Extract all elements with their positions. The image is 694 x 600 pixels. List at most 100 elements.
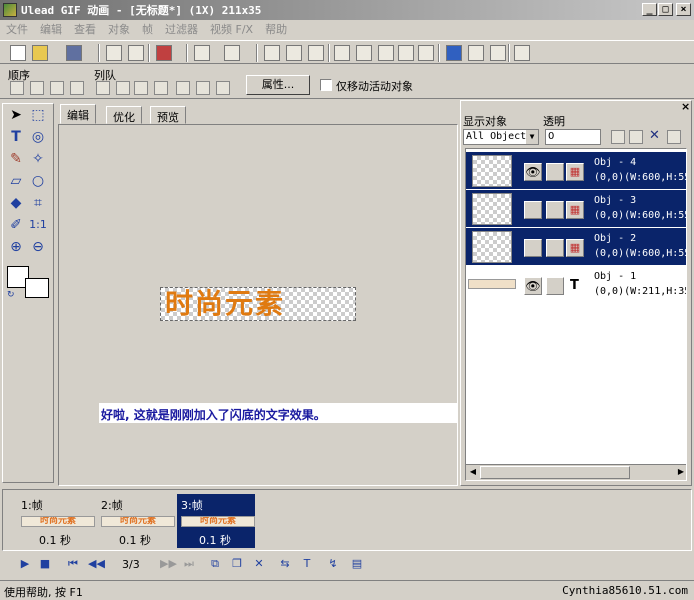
send-backward-icon[interactable] [30, 81, 44, 95]
plugin-icon[interactable] [490, 45, 506, 61]
tab-preview[interactable]: 预览 [150, 106, 186, 124]
menu-object[interactable]: 对象 [102, 21, 136, 37]
paintbrush-tool-icon[interactable]: ✎ [7, 150, 25, 168]
marquee-tool-icon[interactable]: ⬚ [29, 106, 47, 124]
visibility-cell[interactable] [524, 201, 542, 219]
align-left-icon[interactable] [96, 81, 110, 95]
menu-help[interactable]: 帮助 [259, 21, 293, 37]
paste-icon[interactable] [308, 45, 324, 61]
zoom-out-tool-icon[interactable]: ⊖ [29, 238, 47, 256]
copy-icon[interactable] [286, 45, 302, 61]
actual-size-tool-icon[interactable]: 1:1 [29, 216, 47, 234]
chevron-down-icon[interactable]: ▼ [526, 130, 538, 144]
frame-1[interactable]: 1:帧 时尚元素 0.1 秒 [17, 494, 95, 548]
lasso-tool-icon[interactable]: ◎ [29, 128, 47, 146]
close-button[interactable]: × [676, 3, 691, 16]
magic-wand-tool-icon[interactable]: ✧ [29, 150, 47, 168]
crop-icon[interactable] [356, 45, 372, 61]
scrollbar-thumb[interactable] [480, 466, 630, 479]
frame-properties-icon[interactable]: ▤ [350, 557, 364, 571]
play-icon[interactable]: ▶ [18, 557, 32, 571]
pointer-tool-icon[interactable]: ➤ [7, 106, 25, 124]
previous-frame-icon[interactable]: ◀◀ [88, 557, 105, 571]
delete-frame-icon[interactable]: ✕ [252, 557, 266, 571]
ellipse-select-tool-icon[interactable]: ○ [29, 172, 47, 190]
object-row-4[interactable]: 👁 ▦ Obj - 4 (0,0)(W:600,H:550 [466, 152, 686, 189]
lock-cell[interactable] [546, 163, 564, 181]
menu-video-fx[interactable]: 视频 F/X [204, 21, 259, 37]
save-icon[interactable] [66, 45, 82, 61]
align-bottom-icon[interactable] [196, 81, 210, 95]
preview-icon[interactable] [418, 45, 434, 61]
duplicate-object-icon[interactable] [629, 130, 643, 144]
zoom-in-tool-icon[interactable]: ⊕ [7, 238, 25, 256]
menu-edit[interactable]: 编辑 [34, 21, 68, 37]
delete-object-icon[interactable]: ✕ [649, 128, 660, 143]
stop-icon[interactable]: ■ [38, 557, 52, 571]
bring-forward-icon[interactable] [10, 81, 24, 95]
object-row-1[interactable]: 👁 T Obj - 1 (0,0)(W:211,H:35) [466, 266, 686, 303]
object-properties-icon[interactable] [667, 130, 681, 144]
new-object-icon[interactable] [611, 130, 625, 144]
crop-tool-icon[interactable]: ⌗ [29, 194, 47, 212]
banner-object[interactable]: 时尚元素 [160, 287, 356, 321]
align-right-icon[interactable] [134, 81, 148, 95]
eraser-tool-icon[interactable]: ▱ [7, 172, 25, 190]
object-list-scrollbar[interactable]: ◀ ▶ [466, 464, 686, 480]
object-filter-select[interactable]: All Objects ▼ [463, 129, 539, 145]
menu-view[interactable]: 查看 [68, 21, 102, 37]
opacity-input[interactable]: 0 [545, 129, 601, 145]
add-image-icon[interactable] [156, 45, 172, 61]
only-move-active-checkbox[interactable] [320, 79, 332, 91]
align-middle-icon[interactable] [176, 81, 190, 95]
distribute-icon[interactable] [216, 81, 230, 95]
minimize-button[interactable]: _ [642, 3, 657, 16]
tween-icon[interactable]: ⇆ [278, 557, 292, 571]
bring-to-front-icon[interactable] [50, 81, 64, 95]
object-list[interactable]: 👁 ▦ Obj - 4 (0,0)(W:600,H:550 ▦ Obj - 3 … [465, 148, 687, 481]
last-frame-icon[interactable]: ⏭ [182, 557, 196, 571]
menu-filter[interactable]: 过滤器 [159, 21, 204, 37]
eye-icon[interactable]: 👁 [524, 163, 542, 181]
menu-file[interactable]: 文件 [0, 21, 34, 37]
help-icon[interactable] [514, 45, 530, 61]
web-icon[interactable] [446, 45, 462, 61]
new-icon[interactable] [10, 45, 26, 61]
swap-colors-icon[interactable]: ↻ [7, 290, 15, 300]
frame-icon[interactable] [334, 45, 350, 61]
reverse-frames-icon[interactable]: ↯ [326, 557, 340, 571]
next-frame-icon[interactable]: ▶▶ [160, 557, 177, 571]
text-tool-icon[interactable]: T [7, 128, 25, 146]
object-row-2[interactable]: ▦ Obj - 2 (0,0)(W:600,H:550 [466, 228, 686, 265]
tab-edit[interactable]: 编辑 [60, 104, 96, 124]
frame-3[interactable]: 3:帧 时尚元素 0.1 秒 [177, 494, 255, 548]
background-color-swatch[interactable] [25, 278, 49, 298]
lock-cell[interactable] [546, 201, 564, 219]
scroll-left-icon[interactable]: ◀ [466, 465, 480, 479]
first-frame-icon[interactable]: ⏮ [66, 557, 80, 571]
canvas-area[interactable]: 时尚元素 好啦, 这就是刚刚加入了闪底的文字效果。 [58, 124, 458, 486]
cut-icon[interactable] [264, 45, 280, 61]
send-to-back-icon[interactable] [70, 81, 84, 95]
export-icon[interactable] [128, 45, 144, 61]
panel-close-icon[interactable]: × [681, 100, 690, 113]
scroll-right-icon[interactable]: ▶ [674, 465, 686, 479]
delete-icon[interactable] [398, 45, 414, 61]
eyedropper-tool-icon[interactable]: ✐ [7, 216, 25, 234]
align-top-icon[interactable] [154, 81, 168, 95]
eye-icon[interactable]: 👁 [524, 277, 542, 295]
undo-icon[interactable] [194, 45, 210, 61]
banner-text-icon[interactable]: T [300, 557, 314, 571]
add-frame-icon[interactable]: ⧉ [208, 557, 222, 571]
fill-tool-icon[interactable]: ◆ [7, 194, 25, 212]
frame-2[interactable]: 2:帧 时尚元素 0.1 秒 [97, 494, 175, 548]
lock-cell[interactable] [546, 239, 564, 257]
visibility-cell[interactable] [524, 239, 542, 257]
open-icon[interactable] [32, 45, 48, 61]
redo-icon[interactable] [224, 45, 240, 61]
import-icon[interactable] [106, 45, 122, 61]
align-center-icon[interactable] [116, 81, 130, 95]
object-row-3[interactable]: ▦ Obj - 3 (0,0)(W:600,H:550 [466, 190, 686, 227]
tab-optimize[interactable]: 优化 [106, 106, 142, 124]
maximize-button[interactable]: □ [658, 3, 673, 16]
